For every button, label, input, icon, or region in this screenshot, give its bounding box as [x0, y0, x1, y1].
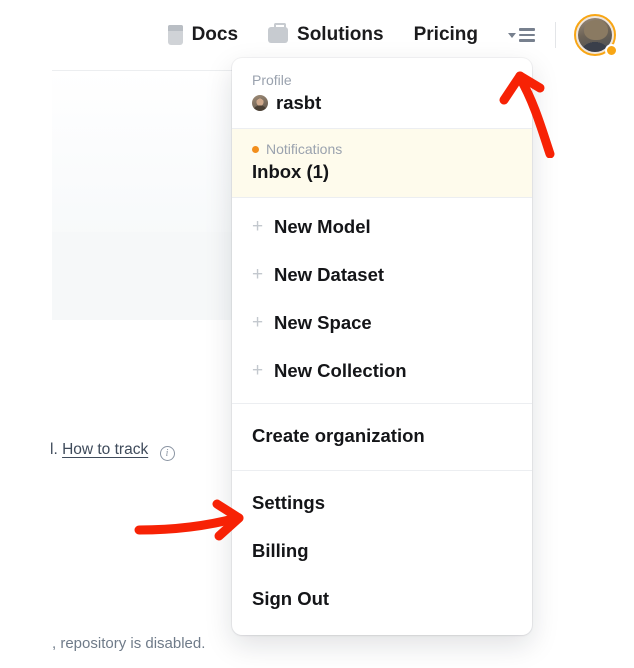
avatar-status-badge: [605, 44, 618, 57]
menu-item-new-dataset[interactable]: + New Dataset: [232, 251, 532, 299]
dropdown-create-group: + New Model + New Dataset + New Space + …: [232, 198, 532, 403]
menu-item-new-model-label: New Model: [274, 216, 371, 238]
menu-item-billing[interactable]: Billing: [232, 527, 532, 575]
menu-item-sign-out[interactable]: Sign Out: [232, 575, 532, 623]
nav-divider: [555, 22, 556, 48]
page-root: l. How to track i , repository is disabl…: [0, 0, 634, 668]
plus-icon: +: [252, 216, 263, 238]
menu-item-create-organization-label: Create organization: [252, 425, 425, 447]
how-to-track-line: l. How to track i: [50, 441, 175, 461]
nav-item-solutions-label: Solutions: [297, 24, 384, 46]
notifications-caption: Notifications: [266, 141, 342, 157]
menu-item-new-dataset-label: New Dataset: [274, 264, 384, 286]
plus-icon: +: [252, 312, 263, 334]
info-icon[interactable]: i: [160, 446, 175, 461]
dropdown-org-group: Create organization: [232, 404, 532, 470]
dropdown-notifications-section[interactable]: Notifications Inbox (1): [232, 129, 532, 197]
repository-disabled-note: , repository is disabled.: [52, 635, 205, 652]
notification-dot-icon: [252, 146, 259, 153]
menu-item-new-model[interactable]: + New Model: [232, 203, 532, 251]
profile-avatar-icon: [252, 95, 268, 111]
profile-username-row: rasbt: [252, 92, 512, 114]
chevron-down-icon: [508, 33, 516, 38]
menu-item-settings-label: Settings: [252, 492, 325, 514]
briefcase-icon: [268, 27, 288, 43]
notifications-caption-row: Notifications: [252, 141, 512, 157]
user-dropdown-menu: Profile rasbt Notifications Inbox (1) + …: [232, 58, 532, 635]
dropdown-account-group: Settings Billing Sign Out: [232, 471, 532, 635]
avatar-button[interactable]: [574, 14, 616, 56]
how-to-track-link[interactable]: How to track: [62, 441, 148, 458]
profile-username: rasbt: [276, 92, 321, 114]
menu-item-create-organization[interactable]: Create organization: [232, 412, 532, 460]
nav-item-pricing[interactable]: Pricing: [414, 24, 478, 46]
hamburger-icon: [519, 28, 535, 42]
document-icon: [168, 25, 183, 45]
plus-icon: +: [252, 264, 263, 286]
nav-menu-toggle[interactable]: [508, 28, 535, 42]
nav-item-docs-label: Docs: [192, 24, 238, 46]
notifications-inbox-label: Inbox (1): [252, 161, 512, 183]
plus-icon: +: [252, 360, 263, 382]
menu-item-new-space[interactable]: + New Space: [232, 299, 532, 347]
menu-item-new-collection-label: New Collection: [274, 360, 407, 382]
menu-item-new-space-label: New Space: [274, 312, 372, 334]
track-prefix: l.: [50, 441, 58, 458]
menu-item-settings[interactable]: Settings: [232, 479, 532, 527]
profile-caption: Profile: [252, 72, 512, 88]
nav-item-docs[interactable]: Docs: [168, 24, 238, 46]
menu-item-new-collection[interactable]: + New Collection: [232, 347, 532, 395]
menu-item-billing-label: Billing: [252, 540, 309, 562]
nav-item-pricing-label: Pricing: [414, 24, 478, 46]
menu-item-sign-out-label: Sign Out: [252, 588, 329, 610]
nav-item-solutions[interactable]: Solutions: [268, 24, 384, 46]
dropdown-profile-section[interactable]: Profile rasbt: [232, 58, 532, 128]
